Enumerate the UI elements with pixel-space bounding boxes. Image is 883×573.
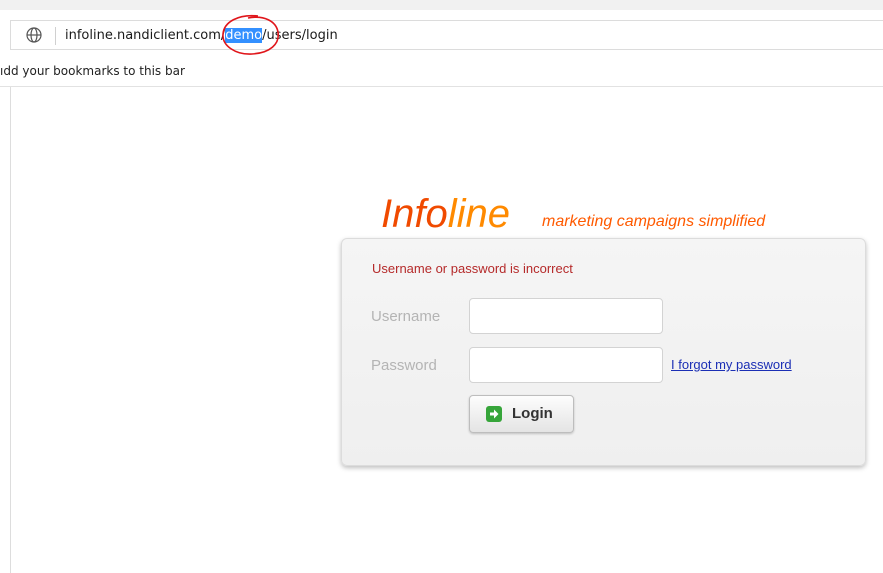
logo-part-info: Info: [381, 192, 448, 236]
arrow-right-icon-glyph: [490, 409, 499, 419]
url-suffix: /users/login: [262, 28, 338, 43]
forgot-password-link[interactable]: I forgot my password: [671, 357, 792, 372]
logo-part-line: line: [447, 192, 510, 236]
globe-icon: [26, 27, 42, 43]
error-message: Username or password is incorrect: [372, 261, 573, 276]
username-label: Username: [371, 308, 441, 325]
bookmarks-bar: ıdd your bookmarks to this bar: [0, 58, 883, 87]
logo-tagline: marketing campaigns simplified: [542, 213, 766, 230]
username-input[interactable]: [469, 298, 663, 334]
browser-top-strip: [0, 0, 883, 10]
infoline-logo: Infoline: [381, 192, 510, 237]
url-text[interactable]: infoline.nandiclient.com/demo/users/logi…: [65, 27, 338, 45]
login-button[interactable]: Login: [469, 395, 574, 433]
login-button-label: Login: [512, 405, 553, 422]
address-divider: [55, 27, 56, 45]
url-prefix: infoline.nandiclient.com/: [65, 28, 226, 43]
login-panel: Username or password is incorrect Userna…: [341, 238, 866, 466]
url-selected-segment: demo: [225, 28, 263, 43]
password-input[interactable]: [469, 347, 663, 383]
bookmarks-hint: ıdd your bookmarks to this bar: [0, 64, 185, 78]
address-bar[interactable]: infoline.nandiclient.com/demo/users/logi…: [10, 20, 883, 50]
arrow-right-icon: [486, 406, 502, 422]
password-label: Password: [371, 357, 437, 374]
